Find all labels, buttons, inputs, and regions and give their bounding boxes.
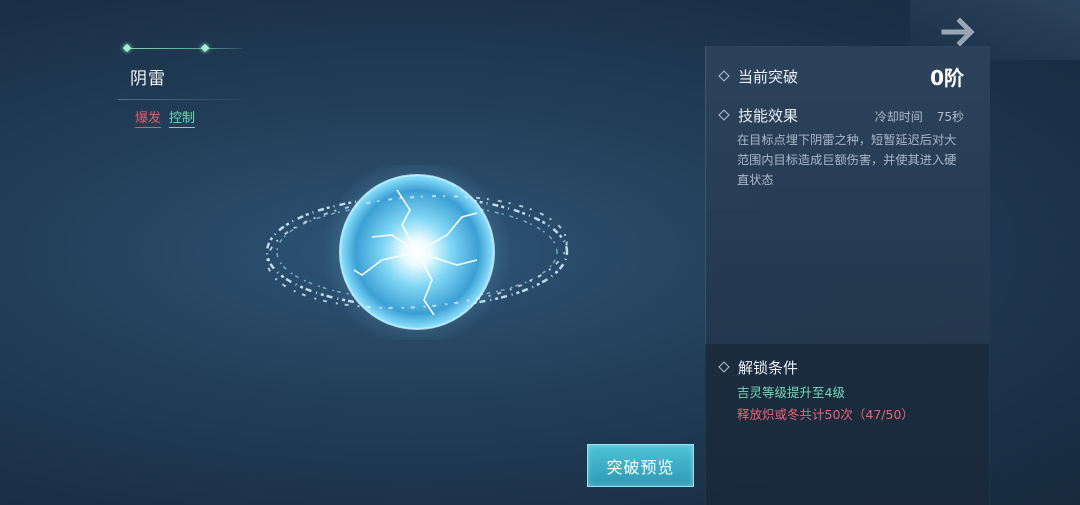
effect-label: 技能效果 [738, 107, 799, 125]
unlock-label: 解锁条件 [738, 359, 799, 377]
effect-description: 在目标点埋下阴雷之种，短暂延迟后对大范围内目标造成巨额伤害，并使其进入硬直状态 [737, 133, 957, 187]
breakthrough-preview-button[interactable]: 突破预览 [587, 444, 694, 487]
cooldown: 冷却时间 75秒 [875, 108, 964, 125]
unlock-condition-unmet: 释放炽或冬共计50次（47/50） [737, 407, 914, 422]
lightning-orb-image [265, 165, 569, 340]
cooldown-value: 75秒 [936, 110, 964, 124]
diamond-icon [718, 360, 730, 373]
diamond-icon [718, 69, 730, 82]
skill-title-block: 阴雷 [118, 42, 246, 100]
breakthrough-label: 当前突破 [738, 68, 799, 86]
tag-control[interactable]: 控制 [169, 107, 196, 128]
skill-tags: 爆发 控制 [135, 107, 196, 128]
unlock-condition-met: 吉灵等级提升至4级 [737, 385, 845, 400]
unlock-row: 解锁条件 [718, 357, 799, 378]
breakthrough-value: 0阶 [930, 66, 964, 90]
cooldown-label: 冷却时间 [874, 110, 923, 124]
diamond-icon [718, 108, 730, 121]
title-divider [118, 99, 244, 100]
breakthrough-row: 当前突破 0阶 [718, 62, 970, 90]
tag-burst[interactable]: 爆发 [135, 107, 162, 128]
arrow-right-icon[interactable] [940, 14, 980, 50]
effect-row: 技能效果 冷却时间 75秒 [718, 105, 970, 126]
title-decoration [118, 42, 246, 54]
skill-name: 阴雷 [130, 69, 166, 89]
